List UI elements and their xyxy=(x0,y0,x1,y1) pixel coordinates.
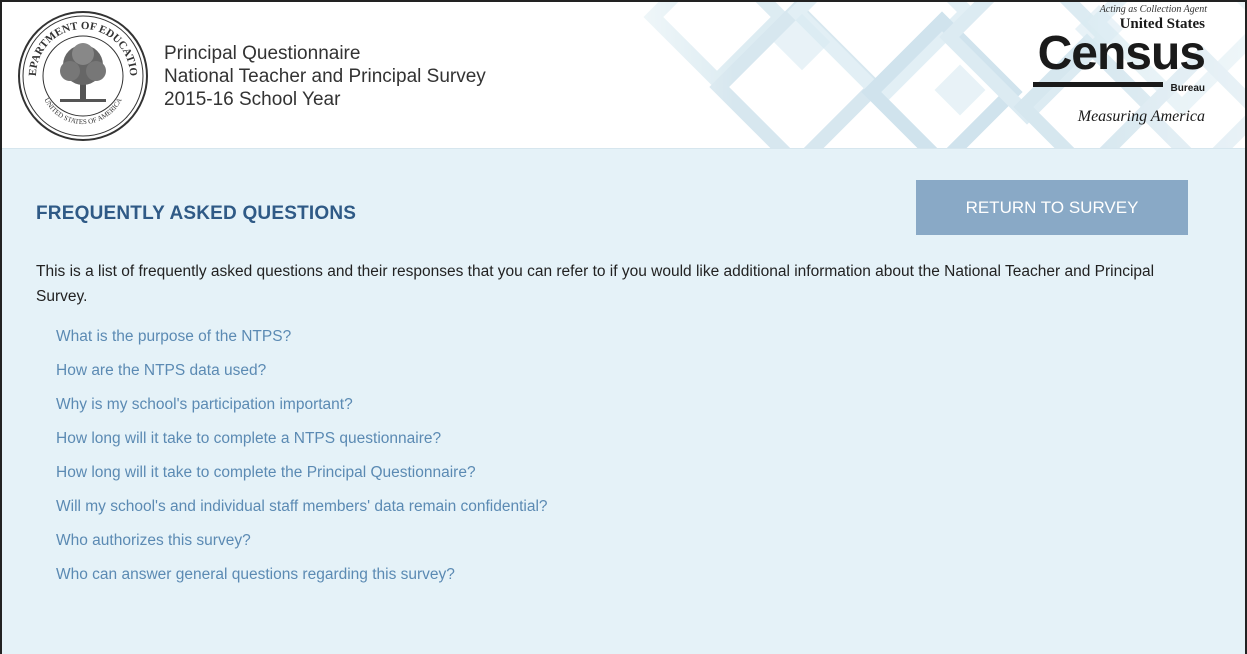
census-logo-bar xyxy=(1033,82,1163,87)
faq-link-authorizes[interactable]: Who authorizes this survey? xyxy=(56,532,251,549)
faq-item: How long will it take to complete the Pr… xyxy=(56,464,548,498)
survey-title: Principal Questionnaire National Teacher… xyxy=(164,42,486,111)
faq-question-list: What is the purpose of the NTPS? How are… xyxy=(56,328,548,600)
faq-item: What is the purpose of the NTPS? xyxy=(56,328,548,362)
faq-item: Who authorizes this survey? xyxy=(56,532,548,566)
return-to-survey-button[interactable]: RETURN TO SURVEY xyxy=(916,180,1188,235)
survey-title-line-2: National Teacher and Principal Survey xyxy=(164,66,486,87)
faq-link-participation[interactable]: Why is my school's participation importa… xyxy=(56,396,353,413)
faq-item: Why is my school's participation importa… xyxy=(56,396,548,430)
department-of-education-seal: DEPARTMENT OF EDUCATION UNITED STATES OF… xyxy=(16,9,148,141)
faq-link-data-used[interactable]: How are the NTPS data used? xyxy=(56,362,266,379)
page-frame: DEPARTMENT OF EDUCATION UNITED STATES OF… xyxy=(0,0,1247,654)
survey-title-line-1: Principal Questionnaire xyxy=(164,43,361,64)
faq-item: Will my school's and individual staff me… xyxy=(56,498,548,532)
faq-item: How are the NTPS data used? xyxy=(56,362,548,396)
survey-title-line-3: 2015-16 School Year xyxy=(164,89,341,110)
faq-intro-text: This is a list of frequently asked quest… xyxy=(36,263,1155,305)
faq-item: Who can answer general questions regardi… xyxy=(56,566,548,600)
census-bureau-logo: Acting as Collection Agent United States… xyxy=(1017,4,1217,144)
faq-link-general-questions[interactable]: Who can answer general questions regardi… xyxy=(56,566,455,583)
faq-link-ntps-time[interactable]: How long will it take to complete a NTPS… xyxy=(56,430,441,447)
faq-link-purpose[interactable]: What is the purpose of the NTPS? xyxy=(56,328,291,345)
census-tagline: Measuring America xyxy=(1077,108,1205,125)
census-bureau-text: Bureau xyxy=(1170,83,1205,94)
faq-item: How long will it take to complete a NTPS… xyxy=(56,430,548,464)
site-header: DEPARTMENT OF EDUCATION UNITED STATES OF… xyxy=(2,2,1245,149)
faq-link-confidential[interactable]: Will my school's and individual staff me… xyxy=(56,498,548,515)
page-title: FREQUENTLY ASKED QUESTIONS xyxy=(36,203,357,224)
census-wordmark: Census xyxy=(1037,27,1206,80)
faq-link-principal-time[interactable]: How long will it take to complete the Pr… xyxy=(56,464,476,481)
census-agent-text: Acting as Collection Agent xyxy=(1099,4,1207,15)
